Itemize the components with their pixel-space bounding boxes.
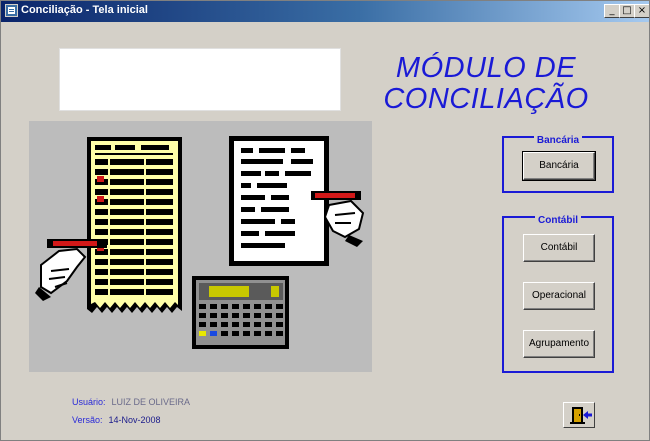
exit-door-icon — [570, 407, 592, 424]
calculator — [192, 276, 289, 349]
exit-button[interactable] — [563, 402, 595, 428]
version-info: Versão: 14-Nov-2008 — [72, 415, 161, 425]
operacional-button[interactable]: Operacional — [523, 282, 595, 310]
contabil-button[interactable]: Contábil — [523, 234, 595, 262]
user-value: LUIZ DE OLIVEIRA — [111, 397, 191, 407]
module-title: MÓDULO DE CONCILIAÇÃO — [381, 53, 591, 115]
close-button[interactable]: × — [634, 4, 649, 18]
module-title-line-1: MÓDULO DE — [395, 52, 577, 84]
bancaria-group-legend: Bancária — [533, 135, 583, 146]
title-bar[interactable]: Conciliação - Tela inicial _ □ × — [1, 1, 649, 22]
user-info: Usuário: LUIZ DE OLIVEIRA — [72, 397, 190, 407]
module-title-line-2: CONCILIAÇÃO — [383, 83, 589, 115]
ledger-sheet — [87, 137, 182, 313]
contabil-group: Contábil Contábil Operacional Agrupament… — [502, 215, 614, 373]
user-label: Usuário: — [72, 397, 106, 407]
restore-button[interactable]: □ — [619, 4, 635, 18]
version-value: 14-Nov-2008 — [108, 415, 161, 425]
illustration-graphic — [35, 136, 365, 349]
minimize-button[interactable]: _ — [604, 4, 620, 18]
app-icon — [5, 4, 18, 17]
text-document — [229, 136, 329, 266]
bancaria-button[interactable]: Bancária — [522, 151, 596, 181]
logo-placeholder-box — [59, 48, 341, 111]
agrupamento-button[interactable]: Agrupamento — [523, 330, 595, 358]
ledger-document-calculator-illustration — [29, 121, 372, 372]
contabil-group-legend: Contábil — [535, 215, 581, 226]
window-title: Conciliação - Tela inicial — [21, 4, 148, 16]
bancaria-group: Bancária Bancária — [502, 135, 614, 193]
application-window: Conciliação - Tela inicial _ □ × MÓDULO … — [0, 0, 650, 441]
version-label: Versão: — [72, 415, 103, 425]
